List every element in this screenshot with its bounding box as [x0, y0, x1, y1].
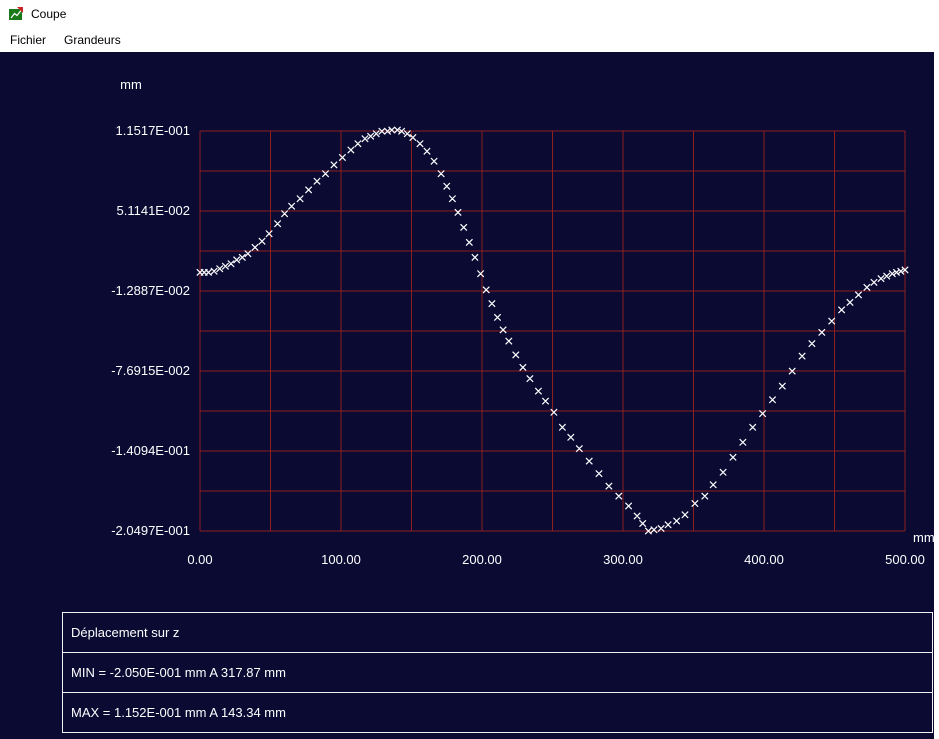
window-title: Coupe	[31, 7, 67, 21]
chart-canvas: 0.00 100.00 200.00 300.00 400.00 500.00 1.1517…	[111, 77, 934, 567]
menu-grandeurs[interactable]: Grandeurs	[64, 33, 121, 47]
application-window: { "window": { "title": "Coupe", "menus":…	[0, 0, 939, 739]
x-tick-label: 0.00	[187, 552, 212, 567]
y-axis-unit-label: mm	[120, 77, 142, 92]
info-row-max: MAX = 1.152E-001 mm A 143.34 mm	[62, 692, 933, 733]
y-tick-label: -2.0497E-001	[111, 523, 190, 538]
y-tick-label: -7.6915E-002	[111, 363, 190, 378]
info-row-min: MIN = -2.050E-001 mm A 317.87 mm	[62, 652, 933, 693]
menu-fichier[interactable]: Fichier	[10, 33, 46, 47]
info-row-quantity: Déplacement sur z	[62, 612, 933, 653]
y-tick-label: 1.1517E-001	[116, 123, 190, 138]
x-tick-label: 100.00	[321, 552, 361, 567]
menu-bar: Fichier Grandeurs	[0, 28, 939, 52]
x-tick-label: 400.00	[744, 552, 784, 567]
x-tick-label: 300.00	[603, 552, 643, 567]
y-tick-label: -1.2887E-002	[111, 283, 190, 298]
y-tick-label: -1.4094E-001	[111, 443, 190, 458]
info-panel: Déplacement sur z MIN = -2.050E-001 mm A…	[62, 612, 933, 733]
y-tick-label: 5.1141E-002	[117, 203, 191, 218]
x-tick-label: 500.00	[885, 552, 925, 567]
x-axis-unit-label: mm	[913, 530, 934, 545]
title-bar: Coupe	[0, 0, 939, 28]
app-icon	[8, 6, 24, 22]
x-tick-label: 200.00	[462, 552, 502, 567]
plot-client-area: 0.00 100.00 200.00 300.00 400.00 500.00 1.1517…	[0, 52, 934, 739]
